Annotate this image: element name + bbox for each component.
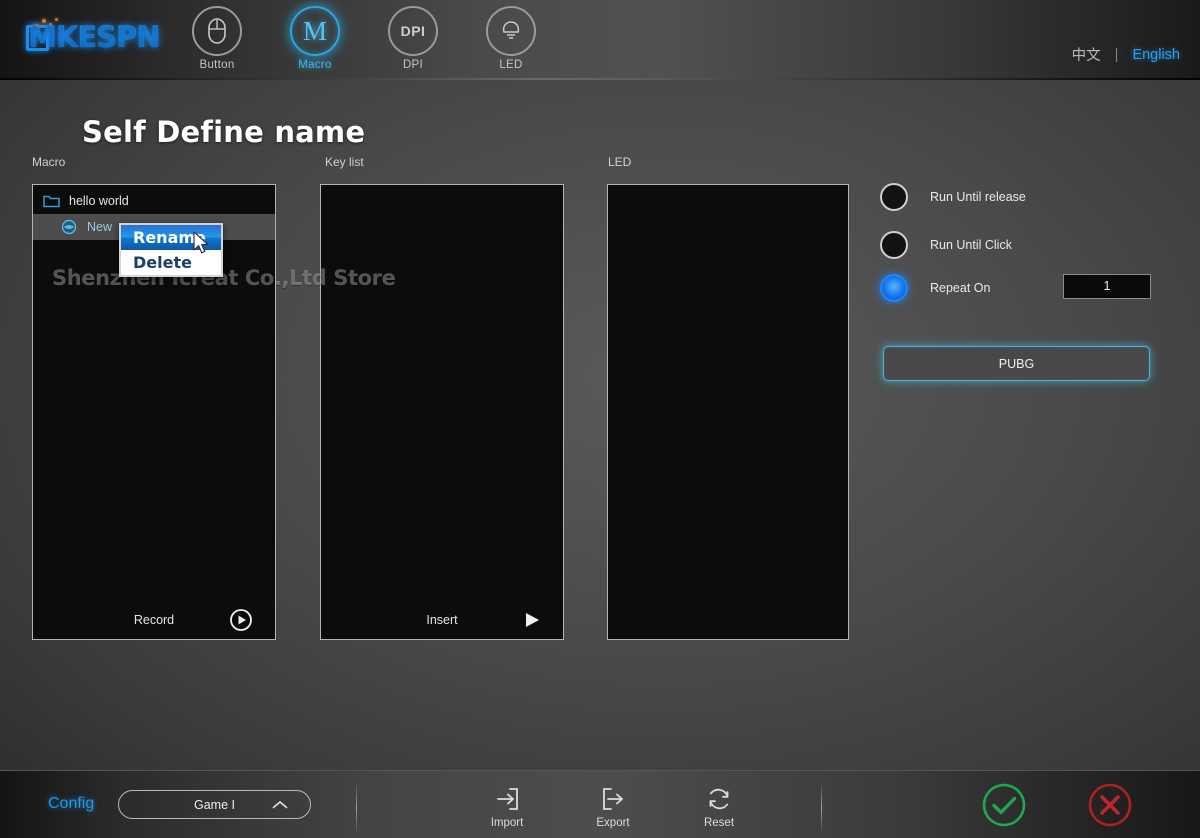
nav-item-led[interactable]: LED	[484, 2, 538, 71]
radio-dot	[880, 274, 908, 302]
language-switcher: 中文 | English	[1072, 44, 1180, 65]
led-panel	[607, 184, 849, 640]
import-icon	[478, 783, 536, 815]
app-window: MKESPN Button M Macro	[0, 0, 1200, 838]
chevron-up-icon	[272, 800, 288, 810]
macro-tree-item-label: New	[87, 220, 112, 234]
config-label: Config	[48, 795, 94, 813]
record-button[interactable]: Record	[33, 601, 275, 639]
nav-label-dpi: DPI	[386, 59, 440, 71]
toolbar-actions: Import Export	[478, 783, 748, 829]
lang-option-english[interactable]: English	[1132, 47, 1180, 63]
reset-icon	[690, 783, 748, 815]
reset-button-label: Reset	[690, 817, 748, 829]
radio-label: Run Until Click	[930, 238, 1012, 252]
radio-run-until-release[interactable]: Run Until release	[880, 183, 1026, 211]
export-button-label: Export	[584, 817, 642, 829]
macro-tree-item-folder[interactable]: hello world	[33, 188, 275, 214]
radio-run-until-click[interactable]: Run Until Click	[880, 231, 1012, 259]
self-define-name-title: Self Define name	[82, 115, 365, 149]
config-profile-value: Game I	[194, 798, 235, 812]
import-button[interactable]: Import	[478, 783, 536, 829]
app-header: MKESPN Button M Macro	[0, 0, 1200, 80]
record-button-label: Record	[134, 613, 174, 627]
nav-item-button[interactable]: Button	[190, 2, 244, 71]
radio-label: Run Until release	[930, 190, 1026, 204]
export-button[interactable]: Export	[584, 783, 642, 829]
insert-button[interactable]: Insert	[321, 601, 563, 639]
nav-label-led: LED	[484, 59, 538, 71]
reset-button[interactable]: Reset	[690, 783, 748, 829]
keylist-panel-label: Key list	[325, 155, 364, 169]
folder-icon	[43, 193, 61, 209]
insert-button-label: Insert	[426, 613, 457, 627]
confirm-button[interactable]	[980, 781, 1028, 834]
pubg-preset-button[interactable]: PUBG	[883, 346, 1150, 381]
radio-repeat-on[interactable]: Repeat On	[880, 274, 990, 302]
mouse-icon	[192, 6, 242, 56]
radio-dot	[880, 231, 908, 259]
close-circle-icon	[1086, 816, 1134, 833]
macro-m-icon: M	[290, 6, 340, 56]
confirm-cancel-actions	[980, 781, 1134, 834]
keylist-panel: Insert	[320, 184, 564, 640]
lang-option-chinese[interactable]: 中文	[1072, 44, 1101, 65]
play-triangle-icon	[523, 610, 541, 630]
config-profile-select[interactable]: Game I	[118, 790, 311, 819]
context-menu-item-rename[interactable]: Rename	[121, 225, 221, 250]
macro-item-icon	[61, 219, 79, 235]
led-panel-label: LED	[608, 155, 631, 169]
lang-separator: |	[1115, 47, 1119, 63]
main-nav: Button M Macro DPI DPI	[190, 2, 538, 71]
dpi-icon: DPI	[388, 6, 438, 56]
repeat-count-input[interactable]: 1	[1063, 274, 1151, 299]
import-button-label: Import	[478, 817, 536, 829]
logo-text: MKESPN	[28, 20, 160, 54]
context-menu: Rename Delete	[119, 223, 223, 277]
macro-panel-label: Macro	[32, 155, 65, 169]
toolbar-divider-right	[821, 781, 822, 835]
nav-item-macro[interactable]: M Macro	[288, 2, 342, 71]
cancel-button[interactable]	[1086, 781, 1134, 834]
radio-dot	[880, 183, 908, 211]
toolbar-divider-left	[356, 781, 357, 835]
context-menu-item-delete[interactable]: Delete	[121, 250, 221, 275]
led-bulb-icon	[486, 6, 536, 56]
brand-logo: MKESPN	[10, 14, 180, 58]
macro-tree-item-label: hello world	[69, 194, 129, 208]
bottom-toolbar: Config Game I Import	[0, 770, 1200, 838]
export-icon	[584, 783, 642, 815]
check-circle-icon	[980, 816, 1028, 833]
record-circle-play-icon	[229, 608, 253, 632]
nav-item-dpi[interactable]: DPI DPI	[386, 2, 440, 71]
radio-label: Repeat On	[930, 281, 990, 295]
nav-label-macro: Macro	[288, 59, 342, 71]
nav-label-button: Button	[190, 59, 244, 71]
